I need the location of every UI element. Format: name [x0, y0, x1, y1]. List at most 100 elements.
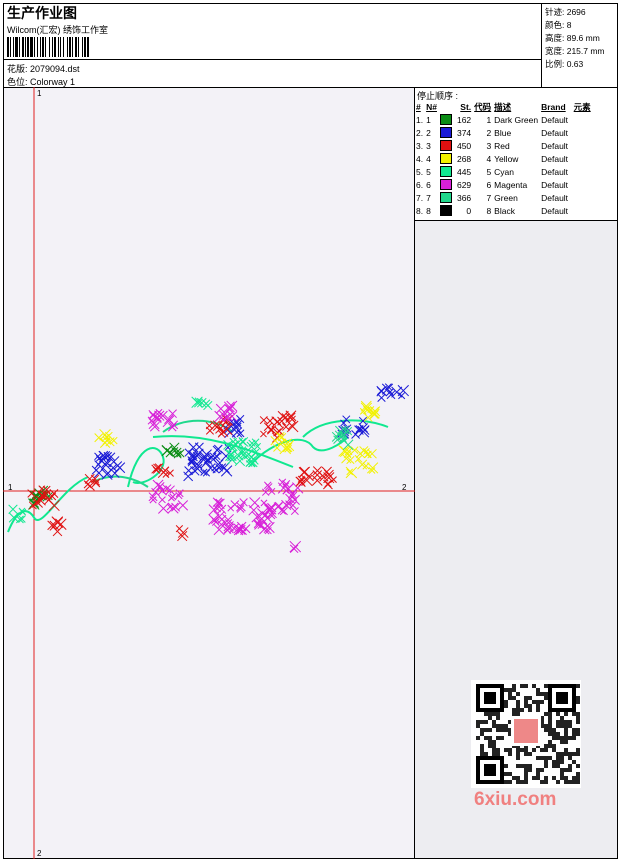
legend-row: 8. 8 0 8 Black Default: [416, 204, 594, 217]
swatch-icon: [439, 205, 452, 217]
page-title: 生产作业图: [7, 5, 77, 21]
legend-needle: 4: [426, 153, 431, 164]
header-divider: [3, 59, 541, 60]
legend-brand: Default: [541, 179, 569, 190]
qr-code-icon: [471, 680, 581, 788]
legend-needle: 5: [426, 166, 431, 177]
legend-header-row: # N# St. 代码 描述 Brand 元素: [416, 100, 594, 113]
v-axis-top-label: 1: [37, 89, 42, 98]
design-scale: 比例: 0.63: [545, 59, 584, 69]
legend-stitches: 629: [456, 179, 472, 190]
legend-index: 5.: [416, 166, 424, 177]
legend-code: 2: [486, 127, 492, 138]
legend-index: 6.: [416, 179, 424, 190]
legend-needle: 6: [426, 179, 431, 190]
col-element: 元素: [573, 101, 591, 112]
col-code: 代码: [474, 101, 492, 112]
studio-subtitle: Wilcom(汇宏) 绣饰工作室: [7, 25, 108, 35]
col-needle: N#: [426, 101, 437, 112]
h-axis-left-label: 1: [8, 483, 13, 492]
legend-needle: 8: [426, 205, 431, 216]
color-swatch: [439, 204, 457, 217]
legend-code: 8: [486, 205, 492, 216]
legend-element: [574, 152, 594, 165]
legend-stitches: 450: [456, 140, 472, 151]
color-swatch: [439, 139, 457, 152]
design-height: 高度: 89.6 mm: [545, 33, 600, 43]
legend-description: Dark Green: [494, 114, 539, 125]
color-swatch: [439, 191, 457, 204]
legend-stitches: 374: [456, 127, 472, 138]
legend-brand: Default: [541, 153, 569, 164]
swatch-icon: [439, 127, 452, 139]
legend-element: [574, 113, 594, 126]
legend-row: 7. 7 366 7 Green Default: [416, 191, 594, 204]
col-stitches: St.: [460, 101, 472, 112]
legend-description: Black: [494, 205, 515, 216]
legend-stitches: 268: [456, 153, 472, 164]
legend-brand: Default: [541, 205, 569, 216]
swatch-icon: [439, 114, 452, 126]
legend-element: [574, 126, 594, 139]
legend-index: 2.: [416, 127, 424, 138]
legend-description: Green: [494, 192, 518, 203]
legend-brand: Default: [541, 140, 569, 151]
legend-index: 8.: [416, 205, 424, 216]
legend-index: 7.: [416, 192, 424, 203]
color-swatch: [439, 165, 457, 178]
swatch-icon: [439, 166, 452, 178]
color-swatch: [439, 152, 457, 165]
legend-element: [574, 178, 594, 191]
legend-stitches: 366: [456, 192, 472, 203]
legend-row: 1. 1 162 1 Dark Green Default: [416, 113, 594, 126]
color-swatch: [439, 126, 457, 139]
swatch-icon: [439, 192, 452, 204]
thread-legend-table: # N# St. 代码 描述 Brand 元素 1. 1 162 1 Dark Gree…: [416, 100, 594, 217]
legend-index: 3.: [416, 140, 424, 151]
legend-description: Yellow: [494, 153, 519, 164]
legend-stitches: 445: [456, 166, 472, 177]
stitch-artwork: [7, 383, 409, 554]
legend-row: 2. 2 374 2 Blue Default: [416, 126, 594, 139]
legend-brand: Default: [541, 166, 569, 177]
legend-element: [574, 139, 594, 152]
v-axis-bottom-label: 2: [37, 849, 42, 858]
legend-description: Magenta: [494, 179, 528, 190]
legend-needle: 1: [426, 114, 431, 125]
barcode-icon: [7, 37, 141, 57]
legend-element: [574, 165, 594, 178]
watermark-brand: 6xiu.com: [474, 789, 557, 810]
col-brand: Brand: [541, 101, 566, 112]
h-axis-right-label: 2: [402, 483, 407, 492]
legend-description: Blue: [494, 127, 512, 138]
legend-needle: 7: [426, 192, 431, 203]
legend-row: 6. 6 629 6 Magenta Default: [416, 178, 594, 191]
legend-stitches: 162: [456, 114, 472, 125]
embroidery-canvas: [3, 87, 415, 859]
legend-code: 4: [486, 153, 492, 164]
legend-row: 5. 5 445 5 Cyan Default: [416, 165, 594, 178]
col-index: #: [416, 101, 421, 112]
legend-index: 4.: [416, 153, 424, 164]
swatch-icon: [439, 153, 452, 165]
legend-brand: Default: [541, 127, 569, 138]
legend-needle: 3: [426, 140, 431, 151]
legend-row: 4. 4 268 4 Yellow Default: [416, 152, 594, 165]
color-swatch: [439, 178, 457, 191]
design-width: 宽度: 215.7 mm: [545, 46, 605, 56]
legend-code: 7: [486, 192, 492, 203]
legend-code: 5: [486, 166, 492, 177]
col-swatch: [440, 100, 457, 113]
legend-code: 1: [486, 114, 492, 125]
legend-code: 6: [486, 179, 492, 190]
legend-brand: Default: [541, 114, 569, 125]
color-swatch: [439, 113, 457, 126]
legend-description: Red: [494, 140, 510, 151]
stitch-count: 针迹: 2696: [545, 7, 586, 17]
legend-element: [574, 204, 594, 217]
design-file-label: 花版: 2079094.dst: [7, 64, 80, 74]
col-description: 描述: [494, 101, 512, 112]
legend-row: 3. 3 450 3 Red Default: [416, 139, 594, 152]
swatch-icon: [439, 140, 452, 152]
legend-needle: 2: [426, 127, 431, 138]
